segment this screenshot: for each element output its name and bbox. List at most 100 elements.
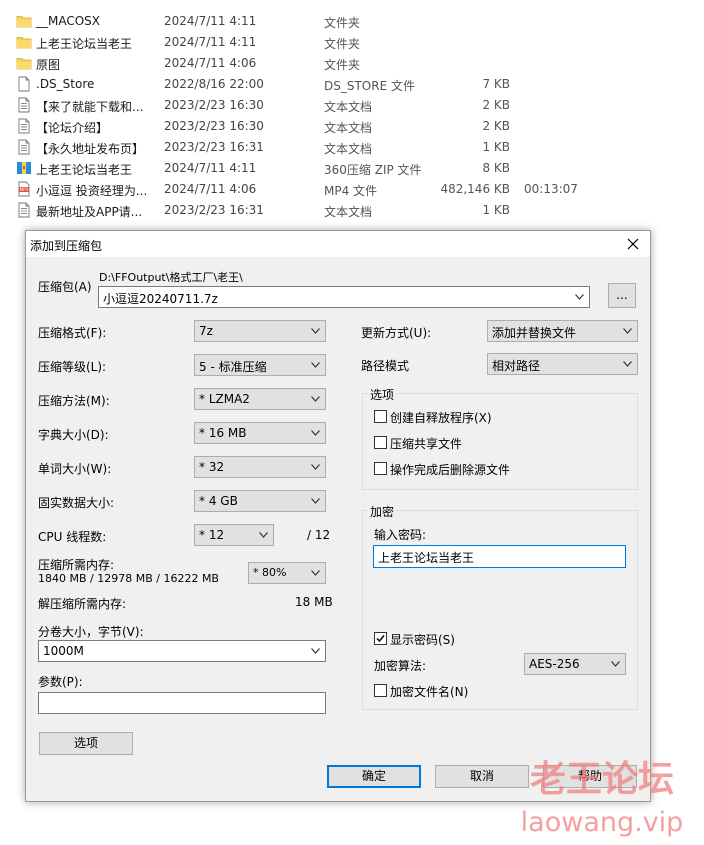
file-row[interactable]: __MACOSX 2024/7/11 4:11 文件夹 xyxy=(0,11,704,32)
path-mode-label: 路径模式 xyxy=(361,359,410,373)
chevron-down-icon xyxy=(311,396,320,402)
split-size-combo[interactable]: 1000M xyxy=(38,640,326,662)
watermark-line2: laowang.vip xyxy=(521,807,684,838)
create-sfx-checkbox[interactable] xyxy=(374,410,387,423)
cancel-button[interactable]: 取消 xyxy=(435,765,529,788)
file-name: 上老王论坛当老王 xyxy=(36,37,133,51)
memory-percent-select[interactable]: * 80% xyxy=(248,562,326,584)
chevron-down-icon xyxy=(575,294,584,300)
level-select[interactable]: 5 - 标准压缩 xyxy=(194,354,326,376)
options-button[interactable]: 选项 xyxy=(39,732,133,755)
archive-name-combo[interactable]: 小逗逗20240711.7z xyxy=(98,286,590,308)
level-label: 压缩等级(L): xyxy=(38,360,107,374)
method-select[interactable]: * LZMA2 xyxy=(194,388,326,410)
solid-size-value: * 4 GB xyxy=(199,494,238,508)
file-date: 2023/2/23 16:31 xyxy=(164,140,264,154)
file-type: 文件夹 xyxy=(324,16,361,30)
dialog-titlebar: 添加到压缩包 xyxy=(26,231,650,257)
file-date: 2024/7/11 4:11 xyxy=(164,14,257,28)
file-row[interactable]: 上老王论坛当老王 2024/7/11 4:11 文件夹 xyxy=(0,32,704,53)
archive-name-value: 小逗逗20240711.7z xyxy=(103,292,218,306)
threads-value: * 12 xyxy=(199,528,225,542)
file-icon xyxy=(18,76,30,92)
ok-button[interactable]: 确定 xyxy=(327,765,421,788)
file-row[interactable]: 原图 2024/7/11 4:06 文件夹 xyxy=(0,53,704,74)
format-select[interactable]: 7z xyxy=(194,320,326,342)
file-row[interactable]: 上老王论坛当老王 2024/7/11 4:11 360压缩 ZIP 文件 8 KB xyxy=(0,158,704,179)
encrypt-names-checkbox[interactable] xyxy=(374,684,387,697)
show-password-checkbox[interactable] xyxy=(374,632,387,645)
file-row[interactable]: MP4 小逗逗 投资经理为... 2024/7/11 4:06 MP4 文件 482,1… xyxy=(0,179,704,200)
file-name: 小逗逗 投资经理为... xyxy=(36,184,148,198)
memory-compress-value: 1840 MB / 12978 MB / 16222 MB xyxy=(38,572,219,585)
file-type: DS_STORE 文件 xyxy=(324,79,415,93)
checkmark-icon xyxy=(376,635,385,643)
delete-after-label: 操作完成后删除源文件 xyxy=(390,463,511,477)
compress-shared-label: 压缩共享文件 xyxy=(390,437,463,451)
close-icon xyxy=(627,238,639,250)
file-type: 文本文档 xyxy=(324,121,373,135)
file-row[interactable]: .DS_Store 2022/8/16 22:00 DS_STORE 文件 7 KB xyxy=(0,74,704,95)
encryption-method-value: AES-256 xyxy=(529,657,580,671)
password-value: 上老王论坛当老王 xyxy=(378,551,475,565)
compress-shared-checkbox[interactable] xyxy=(374,436,387,449)
file-name: __MACOSX xyxy=(36,14,101,28)
file-row[interactable]: 最新地址及APP请... 2023/2/23 16:31 文本文档 1 KB xyxy=(0,200,704,221)
encryption-method-select[interactable]: AES-256 xyxy=(524,653,626,675)
browse-button[interactable]: ... xyxy=(608,283,636,308)
file-type: 文本文档 xyxy=(324,205,373,219)
memory-decompress-value: 18 MB xyxy=(295,595,333,609)
solid-size-select[interactable]: * 4 GB xyxy=(194,490,326,512)
file-size: 1 KB xyxy=(482,203,510,217)
dictionary-select[interactable]: * 16 MB xyxy=(194,422,326,444)
folder-icon xyxy=(16,58,32,70)
file-size: 2 KB xyxy=(482,98,510,112)
method-value: * LZMA2 xyxy=(199,392,250,406)
chevron-down-icon xyxy=(311,430,320,436)
delete-after-checkbox[interactable] xyxy=(374,462,387,475)
create-sfx-label: 创建自释放程序(X) xyxy=(390,411,492,425)
memory-percent-value: * 80% xyxy=(253,566,287,579)
text-file-icon xyxy=(18,97,30,113)
format-value: 7z xyxy=(199,324,213,338)
update-mode-value: 添加并替换文件 xyxy=(492,326,577,340)
dictionary-value: * 16 MB xyxy=(199,426,247,440)
encrypt-names-label: 加密文件名(N) xyxy=(390,685,469,699)
chevron-down-icon xyxy=(311,362,320,368)
file-row[interactable]: 【永久地址发布页】 2023/2/23 16:31 文本文档 1 KB xyxy=(0,137,704,158)
method-label: 压缩方法(M): xyxy=(38,394,110,408)
zip-file-icon xyxy=(17,162,31,174)
password-input[interactable]: 上老王论坛当老王 xyxy=(373,545,626,568)
chevron-down-icon xyxy=(311,464,320,470)
file-size: 1 KB xyxy=(482,140,510,154)
split-size-label: 分卷大小，字节(V): xyxy=(38,625,144,639)
threads-select[interactable]: * 12 xyxy=(194,524,274,546)
encryption-method-label: 加密算法: xyxy=(374,659,427,673)
dictionary-label: 字典大小(D): xyxy=(38,428,109,442)
update-mode-select[interactable]: 添加并替换文件 xyxy=(487,320,638,342)
file-name: 最新地址及APP请... xyxy=(36,205,143,219)
file-row[interactable]: 【论坛介绍】 2023/2/23 16:30 文本文档 2 KB xyxy=(0,116,704,137)
file-type: 文本文档 xyxy=(324,100,373,114)
file-name: 上老王论坛当老王 xyxy=(36,163,133,177)
chevron-down-icon xyxy=(611,661,620,667)
word-size-select[interactable]: * 32 xyxy=(194,456,326,478)
file-date: 2024/7/11 4:11 xyxy=(164,161,257,175)
solid-size-label: 固实数据大小: xyxy=(38,496,115,510)
path-mode-select[interactable]: 相对路径 xyxy=(487,353,638,375)
help-button[interactable]: 帮助 xyxy=(543,765,637,788)
dialog-title: 添加到压缩包 xyxy=(30,239,103,253)
encryption-group-title: 加密 xyxy=(368,503,397,520)
chevron-down-icon xyxy=(311,570,320,576)
file-type: MP4 文件 xyxy=(324,184,378,198)
file-name: 【论坛介绍】 xyxy=(36,121,109,135)
file-date: 2024/7/11 4:06 xyxy=(164,56,257,70)
close-button[interactable] xyxy=(622,233,644,255)
file-row[interactable]: 【来了就能下载和... 2023/2/23 16:30 文本文档 2 KB xyxy=(0,95,704,116)
file-name: .DS_Store xyxy=(36,77,95,91)
file-size: 7 KB xyxy=(482,77,510,91)
params-input[interactable] xyxy=(38,692,326,714)
chevron-down-icon xyxy=(259,532,268,538)
add-to-archive-dialog: 添加到压缩包 压缩包(A) D:\FFOutput\格式工厂\老王\ 小逗逗20… xyxy=(25,230,651,802)
update-mode-label: 更新方式(U): xyxy=(361,326,432,340)
